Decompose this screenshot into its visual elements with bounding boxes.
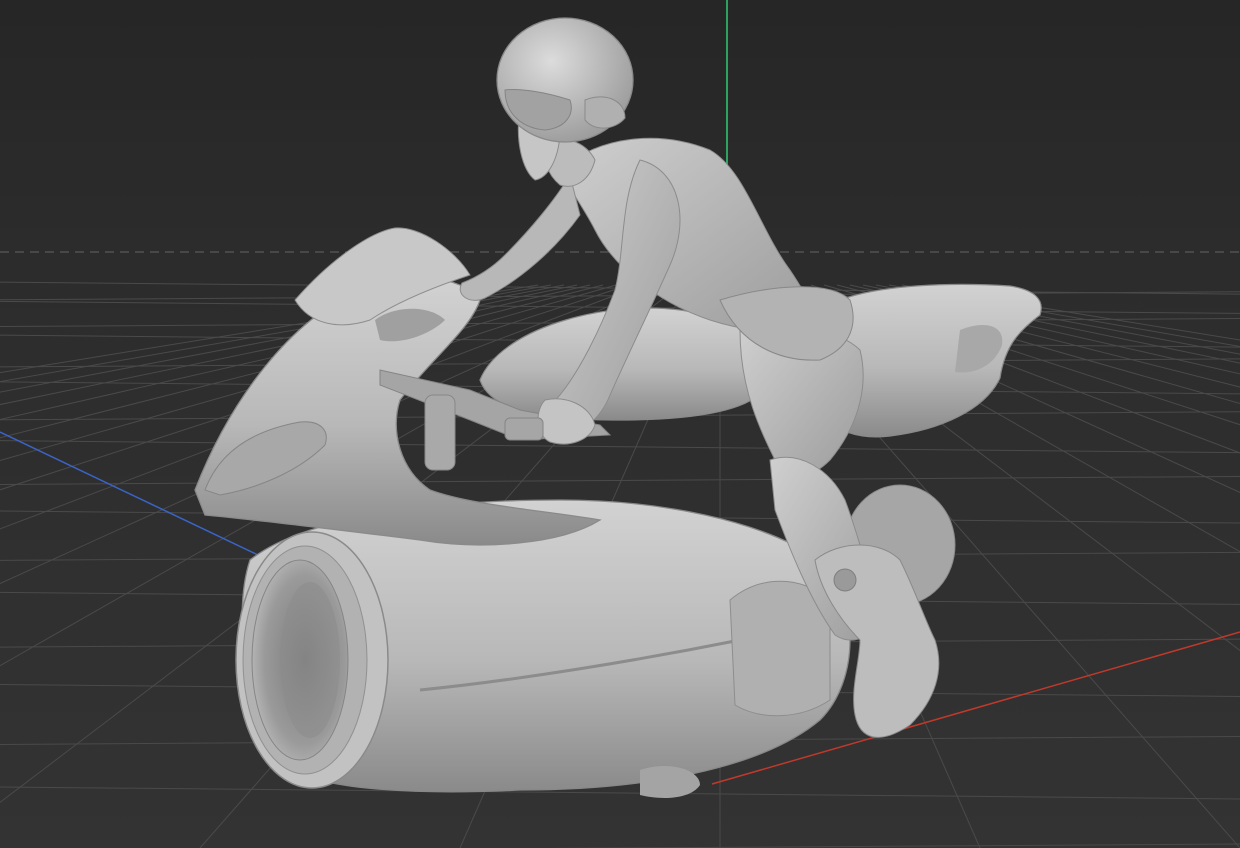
- fork-tube: [424, 394, 456, 471]
- 3d-viewport[interactable]: [0, 0, 1240, 848]
- viewport-canvas[interactable]: [0, 0, 1240, 848]
- rider-back-arm[interactable]: [459, 173, 581, 301]
- boot-buckle: [833, 568, 857, 592]
- intake-inner-shadow: [280, 582, 340, 738]
- handle-grip: [504, 417, 544, 441]
- grid-line: [0, 440, 1240, 454]
- grid-line: [542, 843, 1240, 848]
- hoverbike-model[interactable]: [194, 17, 1042, 798]
- grid-line: [0, 786, 1240, 800]
